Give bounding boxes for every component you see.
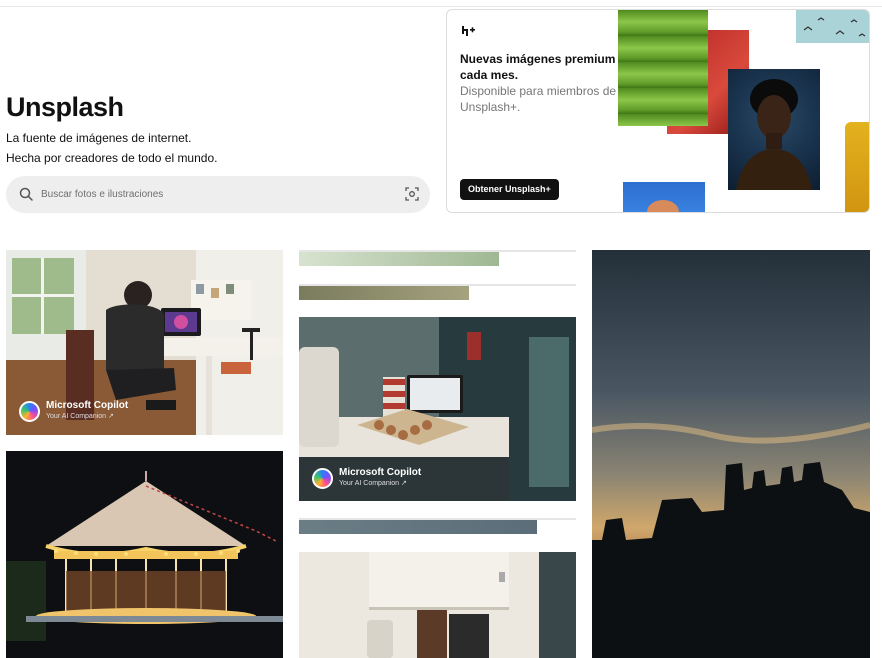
sponsor-tagline: Your AI Companion ↗ (46, 413, 114, 420)
sponsor-name: Microsoft Copilot (339, 467, 422, 478)
search-input[interactable] (41, 184, 381, 205)
hero-description: La fuente de imágenes de internet. Hecha… (6, 128, 436, 168)
promo-image-blue (623, 182, 705, 212)
image-broken-strip (299, 286, 469, 300)
photo-tile-carousel[interactable] (6, 451, 283, 658)
photo-tile-kitchen-cabinet[interactable] (299, 552, 576, 658)
promo-subtitle: Disponible para miembros de Unsplash+. (460, 84, 617, 114)
photo-tile-workspace[interactable]: Microsoft Copilot Your AI Companion ↗ (6, 250, 283, 435)
search-bar[interactable] (6, 176, 430, 213)
promo-title: Nuevas imágenes premium cada mes. (460, 52, 616, 82)
sponsor-name: Microsoft Copilot (46, 400, 129, 411)
visual-search-icon[interactable] (404, 186, 420, 202)
image-placeholder[interactable] (299, 518, 576, 534)
hero: Unsplash La fuente de imágenes de intern… (6, 92, 436, 168)
image-broken-strip (299, 252, 499, 266)
search-icon[interactable] (18, 186, 34, 202)
tagline-line-2: Hecha por creadores de todo el mundo. (6, 151, 218, 165)
photo-tile-kitchen[interactable]: Microsoft Copilot Your AI Companion ↗ (299, 317, 576, 501)
photo-desert-sunset (592, 250, 870, 658)
sponsor-tagline: Your AI Companion ↗ (339, 480, 407, 487)
promo-image-portrait (728, 69, 820, 190)
header-divider (0, 6, 882, 7)
get-unsplash-plus-button[interactable]: Obtener Unsplash+ (460, 179, 559, 200)
photo-carousel (6, 451, 283, 658)
copilot-icon (19, 400, 40, 422)
copilot-icon (312, 467, 333, 489)
unsplash-plus-logo-icon (462, 26, 475, 36)
page-title: Unsplash (6, 92, 124, 122)
sponsor-badge[interactable]: Microsoft Copilot Your AI Companion ↗ (19, 400, 128, 422)
unsplash-plus-promo-card[interactable]: Nuevas imágenes premium cada mes. Dispon… (446, 9, 870, 213)
image-placeholder[interactable] (299, 250, 576, 266)
image-placeholder[interactable] (299, 284, 576, 300)
promo-image-leaves (618, 10, 708, 126)
promo-image-yellow (845, 122, 869, 212)
photo-tile-desert-sunset[interactable] (592, 250, 870, 658)
promo-image-birds (796, 10, 869, 43)
image-broken-strip (299, 520, 537, 534)
photo-kitchen-cabinet (299, 552, 576, 658)
tagline-line-1: La fuente de imágenes de internet. (6, 131, 192, 145)
sponsor-badge[interactable]: Microsoft Copilot Your AI Companion ↗ (312, 467, 421, 489)
